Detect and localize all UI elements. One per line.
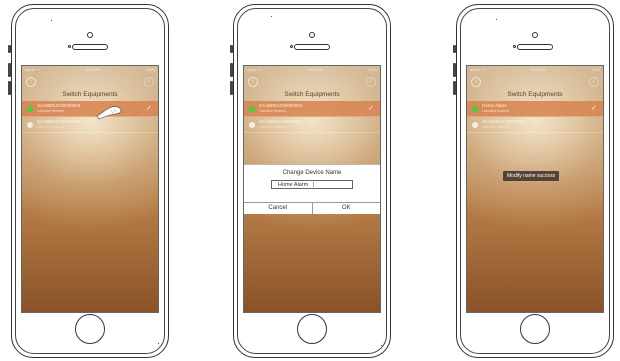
check-circle-icon[interactable]: ✓	[366, 77, 376, 87]
mute-switch	[230, 45, 233, 53]
selected-check-icon: ✓	[368, 105, 374, 112]
home-button[interactable]	[297, 314, 327, 344]
page-title: Switch Equipments	[62, 91, 118, 98]
battery-level: 100%	[368, 68, 377, 72]
offline-status-icon	[249, 122, 255, 128]
device-row[interactable]: Home Alarm Lassideal Network ✓	[467, 101, 603, 117]
cancel-button[interactable]: Cancel	[244, 203, 313, 214]
earpiece-speaker	[72, 44, 108, 50]
sketch-dot	[271, 16, 272, 17]
status-time: 10:00 PM	[530, 68, 546, 72]
check-circle-icon[interactable]: ✓	[144, 77, 154, 87]
device-network: Lassideal Network	[37, 125, 64, 129]
device-name: Home Alarm	[482, 103, 507, 108]
mute-switch	[8, 45, 11, 53]
device-name: SAABDE4CW000004	[37, 103, 81, 108]
back-circle-icon[interactable]: ‹	[26, 77, 36, 87]
status-time: 10:00 PM	[85, 68, 101, 72]
offline-status-icon	[472, 122, 478, 128]
home-button[interactable]	[75, 314, 105, 344]
device-network: Lassideal Network	[482, 125, 509, 129]
nav-bar: ‹ ✓	[22, 74, 158, 90]
screen: ●●●●○ ᯤ 10:00 PM 100% ‹ ✓ Switch Equipme…	[21, 65, 159, 313]
device-network: Lassideal Network	[482, 109, 509, 113]
carrier-signal: ●●●●○ ᯤ	[247, 67, 262, 72]
sensor	[290, 45, 293, 48]
phone-frame-1: ●●●●○ ᯤ 10:00 PM 100% ‹ ✓ Switch Equipme…	[8, 4, 169, 358]
device-row[interactable]: SAABDE4CW000004 Lassideal Network	[467, 117, 603, 133]
status-time: 10:00 PM	[307, 68, 323, 72]
sketch-dot	[51, 20, 52, 21]
dialog-buttons: Cancel OK	[244, 202, 380, 214]
sensor	[513, 45, 516, 48]
volume-up-button	[230, 63, 233, 77]
sensor	[68, 45, 71, 48]
online-status-icon	[249, 106, 255, 112]
device-name: SAABDE4CW000004	[259, 103, 303, 108]
device-network: Lassideal Network	[259, 125, 286, 129]
page-title: Switch Equipments	[284, 91, 340, 98]
selected-check-icon: ✓	[591, 105, 597, 112]
carrier-signal: ●●●●○ ᯤ	[470, 67, 485, 72]
tapping-finger-icon	[96, 106, 122, 120]
device-name-input-value: Home Alarm	[278, 182, 309, 188]
device-network: Lassideal Network	[259, 109, 286, 113]
nav-bar: ‹ ✓	[244, 74, 380, 90]
offline-status-icon	[27, 122, 33, 128]
device-name: SAABDE4CW000004	[37, 119, 81, 124]
front-camera	[532, 32, 538, 38]
volume-up-button	[453, 63, 456, 77]
sketch-dot	[158, 343, 159, 344]
screen: ●●●●○ ᯤ 10:00 PM 100% ‹ ✓ Switch Equipme…	[466, 65, 604, 313]
device-row[interactable]: SAABDE4CW000004 Lassideal Network ✓	[22, 101, 158, 117]
device-row[interactable]: SAABDE4CW000004 Lassideal Network	[22, 117, 158, 133]
ok-button[interactable]: OK	[313, 203, 381, 214]
sketch-dot	[496, 19, 497, 20]
selected-check-icon: ✓	[146, 105, 152, 112]
online-status-icon	[27, 106, 33, 112]
nav-bar: ‹ ✓	[467, 74, 603, 90]
page-title: Switch Equipments	[507, 91, 563, 98]
status-bar: ●●●●○ ᯤ 10:00 PM 100%	[467, 66, 603, 74]
battery-level: 100%	[146, 68, 155, 72]
sketch-dot	[381, 345, 382, 346]
screen: ●●●●○ ᯤ 10:00 PM 100% ‹ ✓ Switch Equipme…	[243, 65, 381, 313]
back-circle-icon[interactable]: ‹	[471, 77, 481, 87]
volume-down-button	[8, 81, 11, 95]
back-circle-icon[interactable]: ‹	[248, 77, 258, 87]
phone-frame-3: ●●●●○ ᯤ 10:00 PM 100% ‹ ✓ Switch Equipme…	[453, 4, 614, 358]
front-camera	[309, 32, 315, 38]
status-bar: ●●●●○ ᯤ 10:00 PM 100%	[22, 66, 158, 74]
phone-frame-2: ●●●●○ ᯤ 10:00 PM 100% ‹ ✓ Switch Equipme…	[230, 4, 391, 358]
device-name: SAABDE4CW000004	[482, 119, 526, 124]
battery-level: 100%	[591, 68, 600, 72]
carrier-signal: ●●●●○ ᯤ	[25, 67, 40, 72]
device-row[interactable]: SAABDE4CW000004 Lassideal Network ✓	[244, 101, 380, 117]
earpiece-speaker	[294, 44, 330, 50]
dialog-title: Change Device Name	[282, 170, 342, 176]
volume-down-button	[230, 81, 233, 95]
home-button[interactable]	[520, 314, 550, 344]
device-name: SAABDE4CW000004	[259, 119, 303, 124]
volume-up-button	[8, 63, 11, 77]
device-name-input[interactable]: Home Alarm |	[271, 180, 353, 189]
volume-down-button	[453, 81, 456, 95]
mute-switch	[453, 45, 456, 53]
device-network: Lassideal Network	[37, 109, 64, 113]
check-circle-icon[interactable]: ✓	[589, 77, 599, 87]
earpiece-speaker	[517, 44, 553, 50]
rename-dialog: Change Device Name Home Alarm | Cancel O…	[244, 164, 380, 214]
status-bar: ●●●●○ ᯤ 10:00 PM 100%	[244, 66, 380, 74]
online-status-icon	[472, 106, 478, 112]
success-toast: Modify name success	[503, 171, 560, 181]
front-camera	[87, 32, 93, 38]
device-row[interactable]: SAABDE4CW000004 Lassideal Network	[244, 117, 380, 133]
